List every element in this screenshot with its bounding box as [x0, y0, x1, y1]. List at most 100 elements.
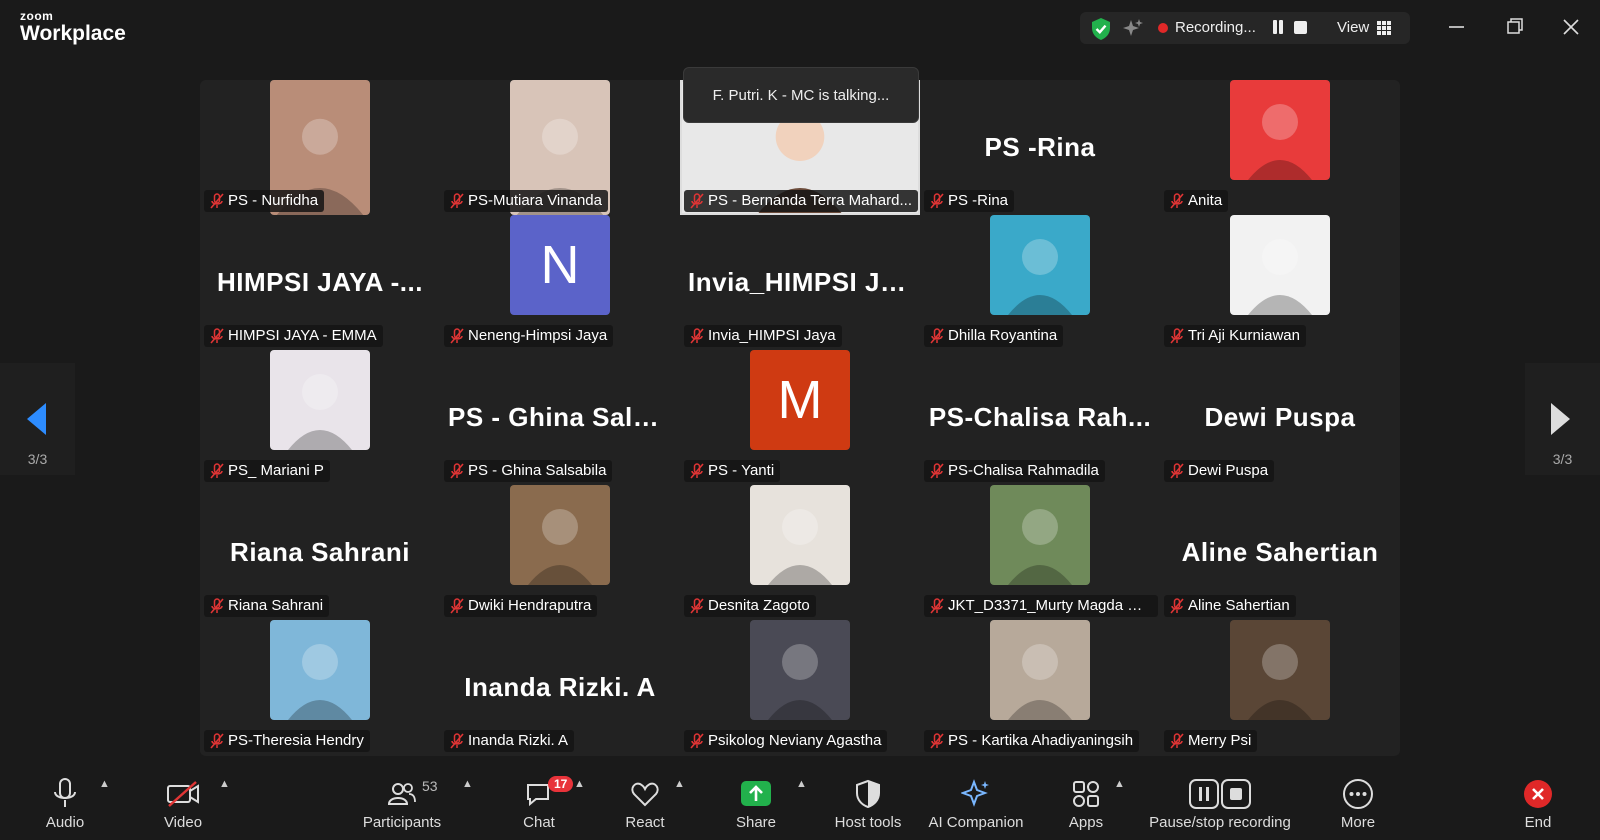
- react-label: React: [625, 814, 665, 831]
- participant-tile[interactable]: PS - Kartika Ahadiyaningsih: [920, 620, 1160, 755]
- apps-button[interactable]: Apps: [1058, 776, 1114, 831]
- end-meeting-button[interactable]: End: [1516, 776, 1560, 831]
- participant-tile[interactable]: Dewi Puspa Dewi Puspa: [1160, 350, 1400, 485]
- participant-tile[interactable]: M PS - Yanti: [680, 350, 920, 485]
- participant-tile[interactable]: PS-Theresia Hendry: [200, 620, 440, 755]
- participant-name-label: Anita: [1164, 190, 1229, 212]
- participant-tile[interactable]: N Neneng-Himpsi Jaya: [440, 215, 680, 350]
- participant-tile[interactable]: PS-Mutiara Vinanda: [440, 80, 680, 215]
- letter-avatar: N: [510, 215, 610, 315]
- participant-tile[interactable]: Tri Aji Kurniawan: [1160, 215, 1400, 350]
- encryption-shield-icon[interactable]: [1090, 17, 1112, 41]
- close-icon[interactable]: [1556, 12, 1586, 42]
- participant-name-label: Aline Sahertian: [1164, 595, 1296, 617]
- participant-name: Merry Psi: [1188, 732, 1252, 749]
- participant-name: Aline Sahertian: [1188, 597, 1290, 614]
- participant-display-name: Inanda Rizki. A: [464, 672, 656, 702]
- title-bar: zoom Workplace Recording... View: [0, 0, 1600, 56]
- view-button[interactable]: View: [1337, 19, 1369, 36]
- participant-tile[interactable]: JKT_D3371_Murty Magda Pa...: [920, 485, 1160, 620]
- participant-name: PS-Chalisa Rahmadila: [948, 462, 1099, 479]
- pause-stop-icon: [1189, 779, 1251, 809]
- participant-tile[interactable]: Dwiki Hendraputra: [440, 485, 680, 620]
- next-page-button[interactable]: 3/3: [1525, 363, 1600, 475]
- react-options-caret-icon[interactable]: ▲: [674, 778, 685, 790]
- mic-muted-icon: [450, 598, 464, 614]
- participant-tile[interactable]: HIMPSI JAYA -... HIMPSI JAYA - EMMA: [200, 215, 440, 350]
- stop-recording-button[interactable]: [1294, 21, 1307, 34]
- apps-label: Apps: [1068, 814, 1104, 831]
- participant-tile[interactable]: PS - Ghina Salsa... PS - Ghina Salsabila: [440, 350, 680, 485]
- participant-tile[interactable]: Riana Sahrani Riana Sahrani: [200, 485, 440, 620]
- chat-button[interactable]: Chat 17: [514, 776, 574, 831]
- share-options-caret-icon[interactable]: ▲: [796, 778, 807, 790]
- minimize-icon[interactable]: [1442, 12, 1472, 42]
- apps-icon: [1073, 781, 1099, 807]
- participant-name-label: Desnita Zagoto: [684, 595, 816, 617]
- participant-tile[interactable]: PS - Nurfidha: [200, 80, 440, 215]
- video-options-caret-icon[interactable]: ▲: [219, 778, 230, 790]
- participant-tile[interactable]: Inanda Rizki. A Inanda Rizki. A: [440, 620, 680, 755]
- participant-name-label: PS - Ghina Salsabila: [444, 460, 613, 482]
- restore-icon[interactable]: [1500, 12, 1530, 42]
- participant-display-name: Aline Sahertian: [1181, 537, 1379, 567]
- participant-name: Anita: [1188, 192, 1223, 209]
- participant-name-label: PS - Nurfidha: [204, 190, 325, 212]
- participant-tile[interactable]: Desnita Zagoto: [680, 485, 920, 620]
- participant-name: Dhilla Royantina: [948, 327, 1058, 344]
- participant-name-label: Merry Psi: [1164, 730, 1258, 752]
- participant-name: JKT_D3371_Murty Magda Pa...: [948, 597, 1158, 614]
- more-icon: [1343, 779, 1373, 809]
- participant-video: [750, 620, 850, 720]
- mic-muted-icon: [1170, 733, 1184, 749]
- pause-stop-recording-button[interactable]: Pause/stop recording: [1144, 776, 1296, 831]
- apps-options-caret-icon[interactable]: ▲: [1114, 778, 1125, 790]
- participant-name-label: PS-Mutiara Vinanda: [444, 190, 608, 212]
- audio-button[interactable]: Audio: [38, 776, 92, 831]
- chat-options-caret-icon[interactable]: ▲: [574, 778, 585, 790]
- arrow-right-icon: [1551, 403, 1570, 435]
- participant-tile[interactable]: Anita: [1160, 80, 1400, 215]
- host-tools-button[interactable]: Host tools: [826, 776, 910, 831]
- mic-muted-icon: [930, 598, 944, 614]
- participant-tile[interactable]: Invia_HIMPSI Ja... Invia_HIMPSI Jaya: [680, 215, 920, 350]
- ai-companion-button[interactable]: AI Companion: [924, 776, 1028, 831]
- participant-video: [990, 485, 1090, 585]
- participant-name-label: HIMPSI JAYA - EMMA: [204, 325, 383, 347]
- participant-tile[interactable]: Aline Sahertian Aline Sahertian: [1160, 485, 1400, 620]
- person-silhouette-icon: [288, 374, 352, 450]
- participants-count: 53: [422, 778, 438, 794]
- participants-options-caret-icon[interactable]: ▲: [462, 778, 473, 790]
- ai-sparkle-icon[interactable]: [1122, 18, 1144, 40]
- host-shield-icon: [856, 779, 880, 809]
- participant-tile[interactable]: PS_ Mariani P: [200, 350, 440, 485]
- recording-status: Recording...: [1175, 19, 1256, 36]
- person-silhouette-icon: [768, 509, 832, 585]
- participant-name-label: Neneng-Himpsi Jaya: [444, 325, 614, 347]
- participant-name-label: PS -Rina: [924, 190, 1015, 212]
- video-button[interactable]: Video: [156, 776, 210, 831]
- mic-muted-icon: [930, 328, 944, 344]
- participant-tile[interactable]: Dhilla Royantina: [920, 215, 1160, 350]
- heart-icon: [631, 782, 659, 807]
- participant-tile[interactable]: Psikolog Neviany Agastha: [680, 620, 920, 755]
- participant-name: Riana Sahrani: [228, 597, 324, 614]
- pause-recording-button[interactable]: [1270, 19, 1286, 35]
- more-button[interactable]: More: [1330, 776, 1386, 831]
- audio-options-caret-icon[interactable]: ▲: [99, 778, 110, 790]
- participant-name: HIMPSI JAYA - EMMA: [228, 327, 377, 344]
- previous-page-button[interactable]: 3/3: [0, 363, 75, 475]
- mic-muted-icon: [450, 193, 464, 209]
- mic-muted-icon: [210, 733, 224, 749]
- participant-tile[interactable]: PS -Rina PS -Rina: [920, 80, 1160, 215]
- participant-tile[interactable]: Merry Psi: [1160, 620, 1400, 755]
- react-button[interactable]: React: [620, 776, 670, 831]
- gallery-grid-icon[interactable]: [1377, 21, 1391, 35]
- video-off-icon: [167, 781, 199, 807]
- mic-muted-icon: [210, 328, 224, 344]
- share-button[interactable]: Share: [731, 776, 781, 831]
- participant-tile[interactable]: PS-Chalisa Rah... PS-Chalisa Rahmadila: [920, 350, 1160, 485]
- mic-muted-icon: [930, 463, 944, 479]
- participant-display-name: PS -Rina: [984, 132, 1096, 162]
- participant-name: Neneng-Himpsi Jaya: [468, 327, 608, 344]
